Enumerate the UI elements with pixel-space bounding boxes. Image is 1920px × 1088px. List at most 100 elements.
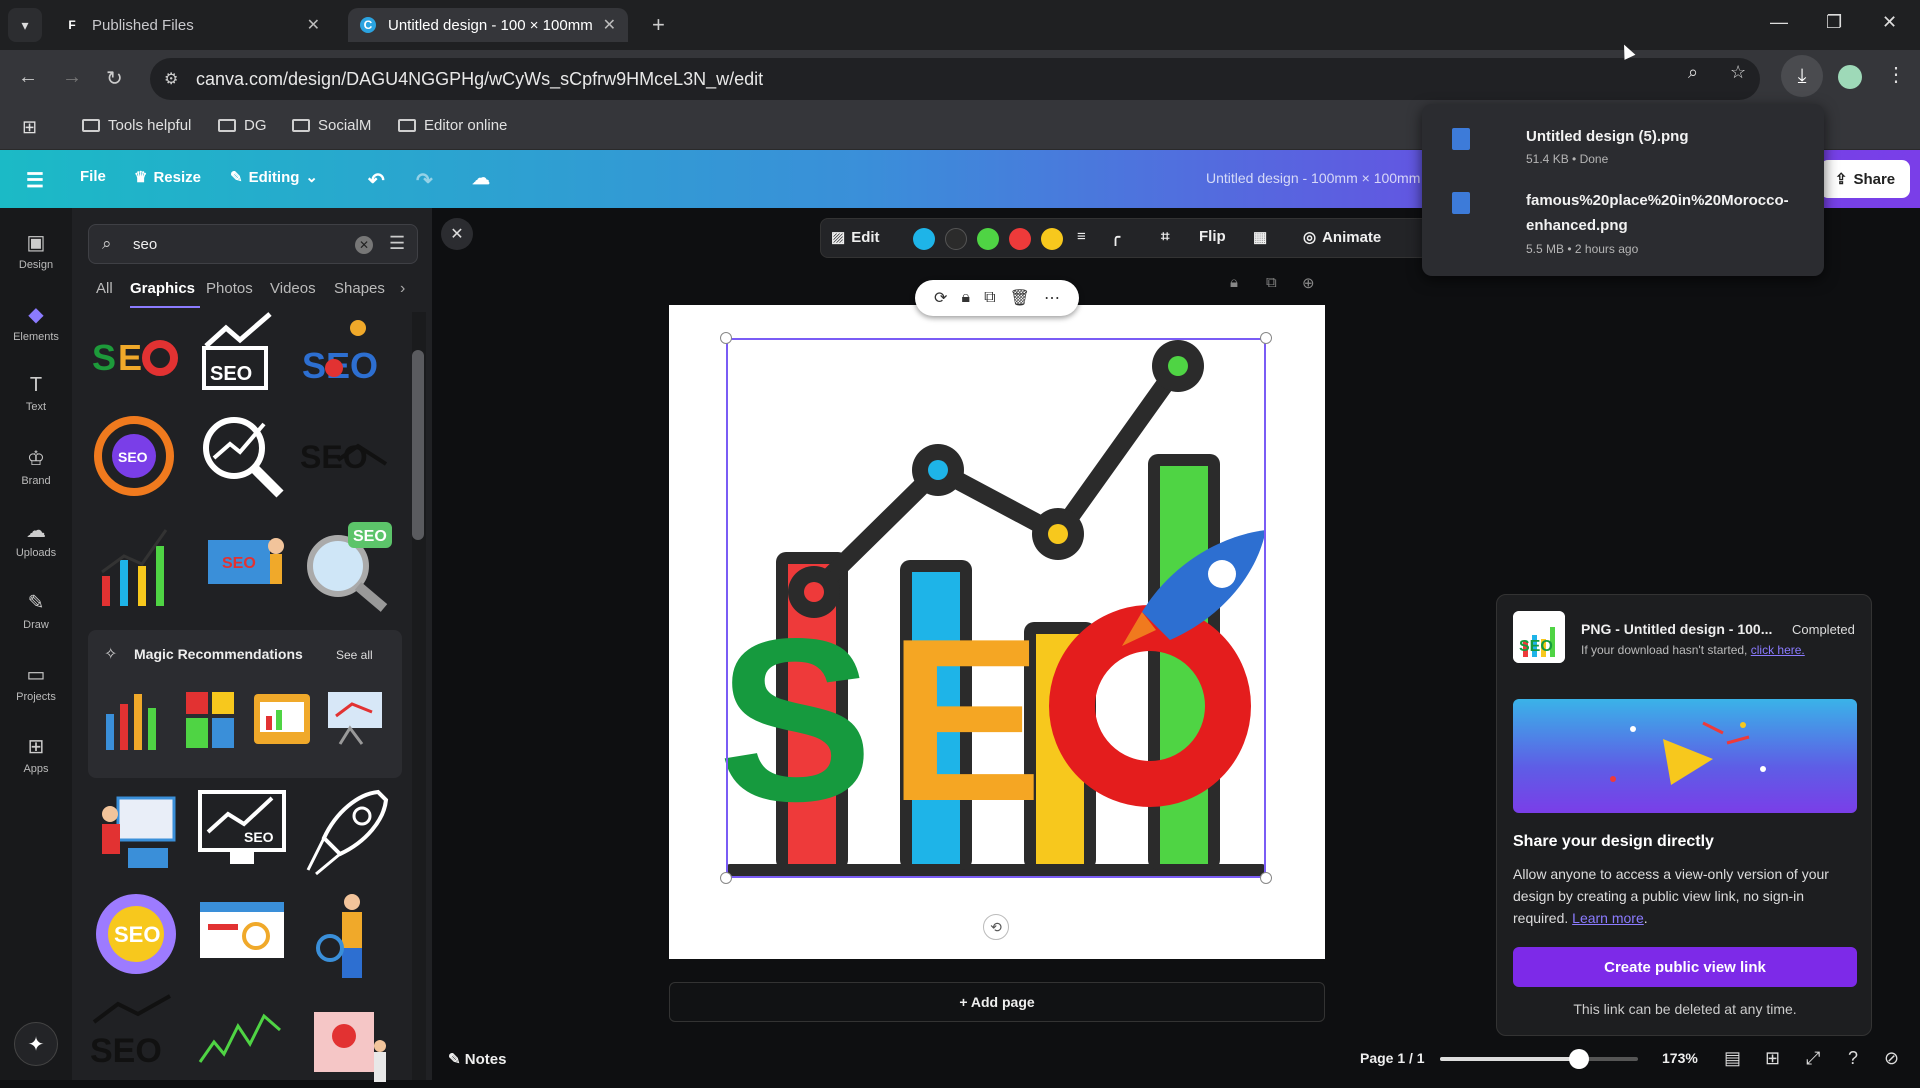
page-duplicate-icon[interactable]: ⧉ [1266, 274, 1277, 291]
rail-brand[interactable]: ♔ Brand [0, 446, 72, 487]
monitor-seo-thumb[interactable]: SEO [194, 784, 290, 880]
more-options-icon[interactable]: ⋯ [1044, 288, 1060, 308]
seo-gear-thumb[interactable]: SEO [88, 408, 184, 504]
color-swatch-dark[interactable] [945, 228, 967, 250]
clear-icon[interactable]: ✕ [355, 236, 373, 254]
filter-icon[interactable]: ☰ [389, 233, 405, 254]
magnifier-thumb[interactable] [194, 408, 290, 504]
close-icon[interactable]: ✕ [307, 15, 320, 35]
color-swatch-green[interactable] [977, 228, 999, 250]
page-indicator[interactable]: Page 1 / 1 [1360, 1050, 1425, 1066]
color-swatch-blue[interactable] [913, 228, 935, 250]
back-icon[interactable]: ← [18, 66, 38, 89]
avatar[interactable] [1838, 65, 1862, 89]
rail-design[interactable]: ▣ Design [0, 230, 72, 271]
file-menu[interactable]: File [80, 168, 106, 185]
analytics-people-thumb[interactable] [298, 992, 394, 1088]
url-field[interactable]: ⚙ canva.com/design/DAGU4NGGPHg/wCyWs_sCp… [150, 58, 1760, 100]
minimize-icon[interactable]: — [1770, 12, 1788, 33]
window-close-icon[interactable]: ✕ [1882, 12, 1897, 33]
transparency-icon[interactable]: ▦ [1253, 228, 1267, 246]
rail-uploads[interactable]: ☁ Uploads [0, 518, 72, 559]
duplicate-icon[interactable]: ⧉ [984, 289, 995, 307]
refresh-icon[interactable]: ⟳ [934, 288, 947, 308]
download-item[interactable]: famous%20place%20in%20Morocco-enhanced.p… [1452, 188, 1812, 258]
animate-button[interactable]: ◎ Animate [1303, 228, 1381, 247]
bookmark-star-icon[interactable]: ☆ [1730, 62, 1746, 83]
edit-image-button[interactable]: ▨ Edit [831, 228, 880, 247]
rail-projects[interactable]: ▭ Projects [0, 662, 72, 703]
seo-graphic-thumb[interactable]: SEO [194, 308, 290, 404]
color-swatch-yellow[interactable] [1041, 228, 1063, 250]
tab-photos[interactable]: Photos [206, 280, 253, 297]
downloads-icon[interactable]: ⤓ [1781, 55, 1823, 97]
tab-graphics[interactable]: Graphics [130, 280, 195, 297]
forward-icon[interactable]: → [62, 66, 82, 89]
seo-text-thumb[interactable]: SEO [298, 408, 394, 504]
tab-videos[interactable]: Videos [270, 280, 316, 297]
web-search-thumb[interactable] [194, 888, 290, 984]
page-lock-icon[interactable]: 🔒︎ [1230, 274, 1238, 291]
reload-icon[interactable]: ↻ [106, 66, 123, 91]
click-here-link[interactable]: click here. [1751, 643, 1805, 657]
rail-apps[interactable]: ⊞ Apps [0, 734, 72, 775]
resize-button[interactable]: ♛ Resize [134, 168, 201, 187]
zoom-level[interactable]: 173% [1662, 1050, 1698, 1066]
line-weight-icon[interactable]: ≡ [1077, 228, 1086, 245]
seo-graphic-thumb[interactable]: SEO [298, 308, 394, 404]
tab-published-files[interactable]: F Published Files ✕ [52, 8, 332, 42]
trash-icon[interactable]: 🗑︎ [1010, 288, 1030, 308]
cloud-save-icon[interactable]: ☁ [472, 168, 490, 189]
rail-text[interactable]: T Text [0, 374, 72, 413]
fullscreen-icon[interactable]: ⤢ [1806, 1048, 1820, 1069]
color-swatch-red[interactable] [1009, 228, 1031, 250]
seo-people-thumb[interactable]: SEO [194, 516, 290, 612]
page-add-icon[interactable]: ⊕ [1302, 274, 1315, 292]
tab-search-button[interactable]: ▾ [8, 8, 42, 42]
tab-shapes[interactable]: Shapes [334, 280, 385, 297]
zoom-icon[interactable]: ⌕ [1688, 62, 1698, 83]
crop-icon[interactable]: ⌗ [1161, 228, 1169, 245]
chevron-right-icon[interactable]: › [400, 280, 405, 298]
apps-grid-icon[interactable]: ⊞ [22, 117, 37, 138]
rail-elements[interactable]: ◆ Elements [0, 302, 72, 343]
learn-more-link[interactable]: Learn more [1572, 910, 1644, 926]
resize-handle[interactable] [1260, 332, 1272, 344]
corner-rounding-icon[interactable]: ╭ [1111, 228, 1120, 246]
resize-handle[interactable] [1260, 872, 1272, 884]
restore-icon[interactable]: ❐ [1826, 12, 1842, 33]
lock-icon[interactable]: 🔒︎ [962, 289, 971, 307]
redo-icon[interactable]: ↷ [416, 168, 433, 193]
add-page-button[interactable]: + Add page [669, 982, 1325, 1022]
share-button[interactable]: ⇪ Share [1820, 160, 1910, 198]
zoom-slider-knob[interactable] [1568, 1049, 1589, 1069]
seo-outline-thumb[interactable]: SEO [88, 992, 184, 1088]
rotate-handle[interactable]: ⟲ [983, 914, 1009, 940]
tab-canva-design[interactable]: C Untitled design - 100 × 100mm ✕ [348, 8, 628, 42]
tab-all[interactable]: All [96, 280, 113, 297]
rocket-thumb[interactable] [298, 784, 394, 880]
recommended-graphics[interactable] [100, 684, 390, 754]
bookmark-socialm[interactable]: SocialM [292, 117, 371, 134]
help-icon[interactable]: ⊘ [1884, 1048, 1899, 1069]
flip-button[interactable]: Flip [1199, 228, 1226, 245]
site-settings-icon[interactable]: ⚙ [164, 69, 178, 89]
undo-icon[interactable]: ↶ [368, 168, 385, 193]
bookmark-tools-helpful[interactable]: Tools helpful [82, 117, 191, 134]
person-chart-thumb[interactable] [298, 888, 394, 984]
magic-sparkle-button[interactable]: ✦ [14, 1022, 58, 1066]
bookmark-editor-online[interactable]: Editor online [398, 117, 507, 134]
page-view-icon[interactable]: ▤ [1724, 1048, 1741, 1069]
search-input[interactable]: ⌕ seo ✕ ☰ [88, 224, 418, 264]
see-all-link[interactable]: See all [336, 648, 373, 662]
grid-view-icon[interactable]: ⊞ [1765, 1048, 1780, 1069]
close-icon[interactable]: ✕ [603, 15, 616, 35]
more-icon[interactable]: ⋮ [1886, 62, 1906, 87]
rail-draw[interactable]: ✎ Draw [0, 590, 72, 631]
create-public-link-button[interactable]: Create public view link [1513, 947, 1857, 987]
seo-magnifier-thumb[interactable]: SEO [298, 516, 394, 612]
close-panel-button[interactable]: ✕ [441, 218, 473, 250]
download-item[interactable]: Untitled design (5).png 51.4 KB • Done [1452, 124, 1812, 174]
help-icon[interactable]: ? [1848, 1048, 1858, 1069]
seo-badge-thumb[interactable]: SEO [88, 888, 184, 984]
